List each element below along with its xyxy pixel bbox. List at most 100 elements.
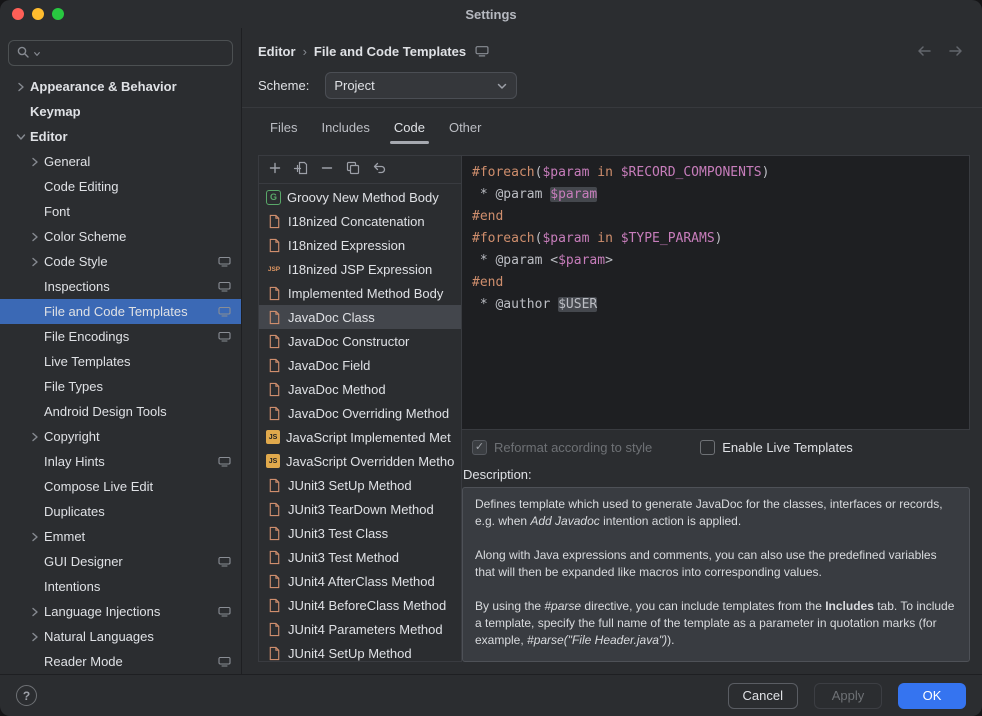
back-button[interactable] — [916, 45, 932, 57]
tpl-item-junit4-setup-method[interactable]: JUnit4 SetUp Method — [259, 641, 461, 661]
sidebar-item-color-scheme[interactable]: Color Scheme — [0, 224, 241, 249]
tpl-item-junit4-beforeclass-method[interactable]: JUnit4 BeforeClass Method — [259, 593, 461, 617]
tpl-item-junit3-test-class[interactable]: JUnit3 Test Class — [259, 521, 461, 545]
tpl-item-i18nized-expression[interactable]: I18nized Expression — [259, 233, 461, 257]
remove-button[interactable] — [314, 159, 340, 181]
settings-window: Settings Appearance & BehaviorKeymapEdit… — [0, 0, 982, 716]
sidebar-item-duplicates[interactable]: Duplicates — [0, 499, 241, 524]
chevron-right-icon[interactable] — [26, 156, 44, 168]
settings-content: Editor › File and Code Templates Scheme:… — [242, 28, 982, 674]
sidebar-item-natural-languages[interactable]: Natural Languages — [0, 624, 241, 649]
template-list-toolbar — [259, 156, 461, 184]
tpl-item-junit4-afterclass-method[interactable]: JUnit4 AfterClass Method — [259, 569, 461, 593]
sidebar-item-font[interactable]: Font — [0, 199, 241, 224]
chevron-right-icon[interactable] — [26, 531, 44, 543]
template-name: JUnit3 Test Method — [288, 550, 399, 565]
tpl-item-javadoc-field[interactable]: JavaDoc Field — [259, 353, 461, 377]
tpl-item-javascript-overridden-metho[interactable]: JSJavaScript Overridden Metho — [259, 449, 461, 473]
template-name: JavaDoc Method — [288, 382, 386, 397]
minimize-window-button[interactable] — [32, 8, 44, 20]
template-name: JavaDoc Constructor — [288, 334, 409, 349]
template-code-editor[interactable]: #foreach($param in $RECORD_COMPONENTS) *… — [462, 155, 970, 430]
tpl-item-i18nized-jsp-expression[interactable]: JSPI18nized JSP Expression — [259, 257, 461, 281]
sidebar-item-label: Duplicates — [44, 504, 105, 519]
sidebar-item-keymap[interactable]: Keymap — [0, 99, 241, 124]
sidebar-item-inlay-hints[interactable]: Inlay Hints — [0, 449, 241, 474]
revert-button[interactable] — [366, 159, 392, 181]
forward-button[interactable] — [948, 45, 964, 57]
chevron-right-icon[interactable] — [26, 256, 44, 268]
tpl-item-junit4-parameters-method[interactable]: JUnit4 Parameters Method — [259, 617, 461, 641]
apply-button[interactable]: Apply — [814, 683, 882, 709]
tpl-item-javadoc-overriding-method[interactable]: JavaDoc Overriding Method — [259, 401, 461, 425]
tpl-item-javadoc-constructor[interactable]: JavaDoc Constructor — [259, 329, 461, 353]
sidebar-item-code-editing[interactable]: Code Editing — [0, 174, 241, 199]
tpl-item-groovy-new-method-body[interactable]: GGroovy New Method Body — [259, 185, 461, 209]
chevron-right-icon[interactable] — [26, 231, 44, 243]
sidebar-item-appearance-behavior[interactable]: Appearance & Behavior — [0, 74, 241, 99]
tpl-item-i18nized-concatenation[interactable]: I18nized Concatenation — [259, 209, 461, 233]
template-tabs: FilesIncludesCodeOther — [258, 108, 970, 147]
tpl-item-javadoc-class[interactable]: JavaDoc Class — [259, 305, 461, 329]
template-name: JavaScript Overridden Metho — [286, 454, 454, 469]
template-name: JUnit4 BeforeClass Method — [288, 598, 446, 613]
sidebar-item-copyright[interactable]: Copyright — [0, 424, 241, 449]
project-level-badge-icon — [218, 256, 231, 267]
chevron-right-icon[interactable] — [12, 81, 30, 93]
ok-button[interactable]: OK — [898, 683, 966, 709]
close-window-button[interactable] — [12, 8, 24, 20]
tpl-item-junit3-setup-method[interactable]: JUnit3 SetUp Method — [259, 473, 461, 497]
scheme-select[interactable]: Project — [325, 72, 517, 99]
search-input[interactable] — [8, 40, 233, 66]
sidebar-item-gui-designer[interactable]: GUI Designer — [0, 549, 241, 574]
project-level-badge-icon — [218, 456, 231, 467]
tpl-item-javadoc-method[interactable]: JavaDoc Method — [259, 377, 461, 401]
sidebar-item-android-design-tools[interactable]: Android Design Tools — [0, 399, 241, 424]
template-icon — [266, 309, 282, 325]
sidebar-item-general[interactable]: General — [0, 149, 241, 174]
tab-other[interactable]: Other — [437, 108, 494, 147]
sidebar-item-reader-mode[interactable]: Reader Mode — [0, 649, 241, 674]
sidebar-item-code-style[interactable]: Code Style — [0, 249, 241, 274]
chevron-right-icon[interactable] — [26, 631, 44, 643]
enable-live-templates-checkbox[interactable]: Enable Live Templates — [700, 440, 853, 455]
tab-includes[interactable]: Includes — [309, 108, 381, 147]
tab-files[interactable]: Files — [258, 108, 309, 147]
sidebar-item-file-encodings[interactable]: File Encodings — [0, 324, 241, 349]
sidebar-item-live-templates[interactable]: Live Templates — [0, 349, 241, 374]
project-level-badge-icon — [218, 556, 231, 567]
template-icon — [266, 285, 282, 301]
help-button[interactable]: ? — [16, 685, 37, 706]
add-button[interactable] — [262, 159, 288, 181]
sidebar-item-emmet[interactable]: Emmet — [0, 524, 241, 549]
zoom-window-button[interactable] — [52, 8, 64, 20]
sidebar-item-intentions[interactable]: Intentions — [0, 574, 241, 599]
breadcrumb-parent[interactable]: Editor — [258, 44, 296, 59]
project-level-badge-icon — [218, 281, 231, 292]
sidebar-item-file-types[interactable]: File Types — [0, 374, 241, 399]
cancel-button[interactable]: Cancel — [728, 683, 798, 709]
search-history-chevron-icon — [33, 46, 41, 61]
sidebar-item-inspections[interactable]: Inspections — [0, 274, 241, 299]
settings-tree: Appearance & BehaviorKeymapEditorGeneral… — [0, 74, 241, 674]
description-paragraph: Defines template which used to generate … — [475, 496, 957, 530]
reformat-checkbox[interactable]: ✓ Reformat according to style — [472, 440, 652, 455]
template-name: JavaScript Implemented Met — [286, 430, 451, 445]
sidebar-item-editor[interactable]: Editor — [0, 124, 241, 149]
tab-code[interactable]: Code — [382, 108, 437, 147]
sidebar-item-file-and-code-templates[interactable]: File and Code Templates — [0, 299, 241, 324]
chevron-right-icon[interactable] — [26, 431, 44, 443]
breadcrumb-current: File and Code Templates — [314, 44, 466, 59]
tpl-item-implemented-method-body[interactable]: Implemented Method Body — [259, 281, 461, 305]
tpl-item-junit3-test-method[interactable]: JUnit3 Test Method — [259, 545, 461, 569]
description-box[interactable]: Defines template which used to generate … — [462, 487, 970, 662]
chevron-down-icon[interactable] — [12, 131, 30, 143]
add-template-button[interactable] — [288, 159, 314, 181]
template-name: Implemented Method Body — [288, 286, 443, 301]
chevron-right-icon[interactable] — [26, 606, 44, 618]
sidebar-item-language-injections[interactable]: Language Injections — [0, 599, 241, 624]
copy-button[interactable] — [340, 159, 366, 181]
sidebar-item-compose-live-edit[interactable]: Compose Live Edit — [0, 474, 241, 499]
tpl-item-javascript-implemented-met[interactable]: JSJavaScript Implemented Met — [259, 425, 461, 449]
tpl-item-junit3-teardown-method[interactable]: JUnit3 TearDown Method — [259, 497, 461, 521]
